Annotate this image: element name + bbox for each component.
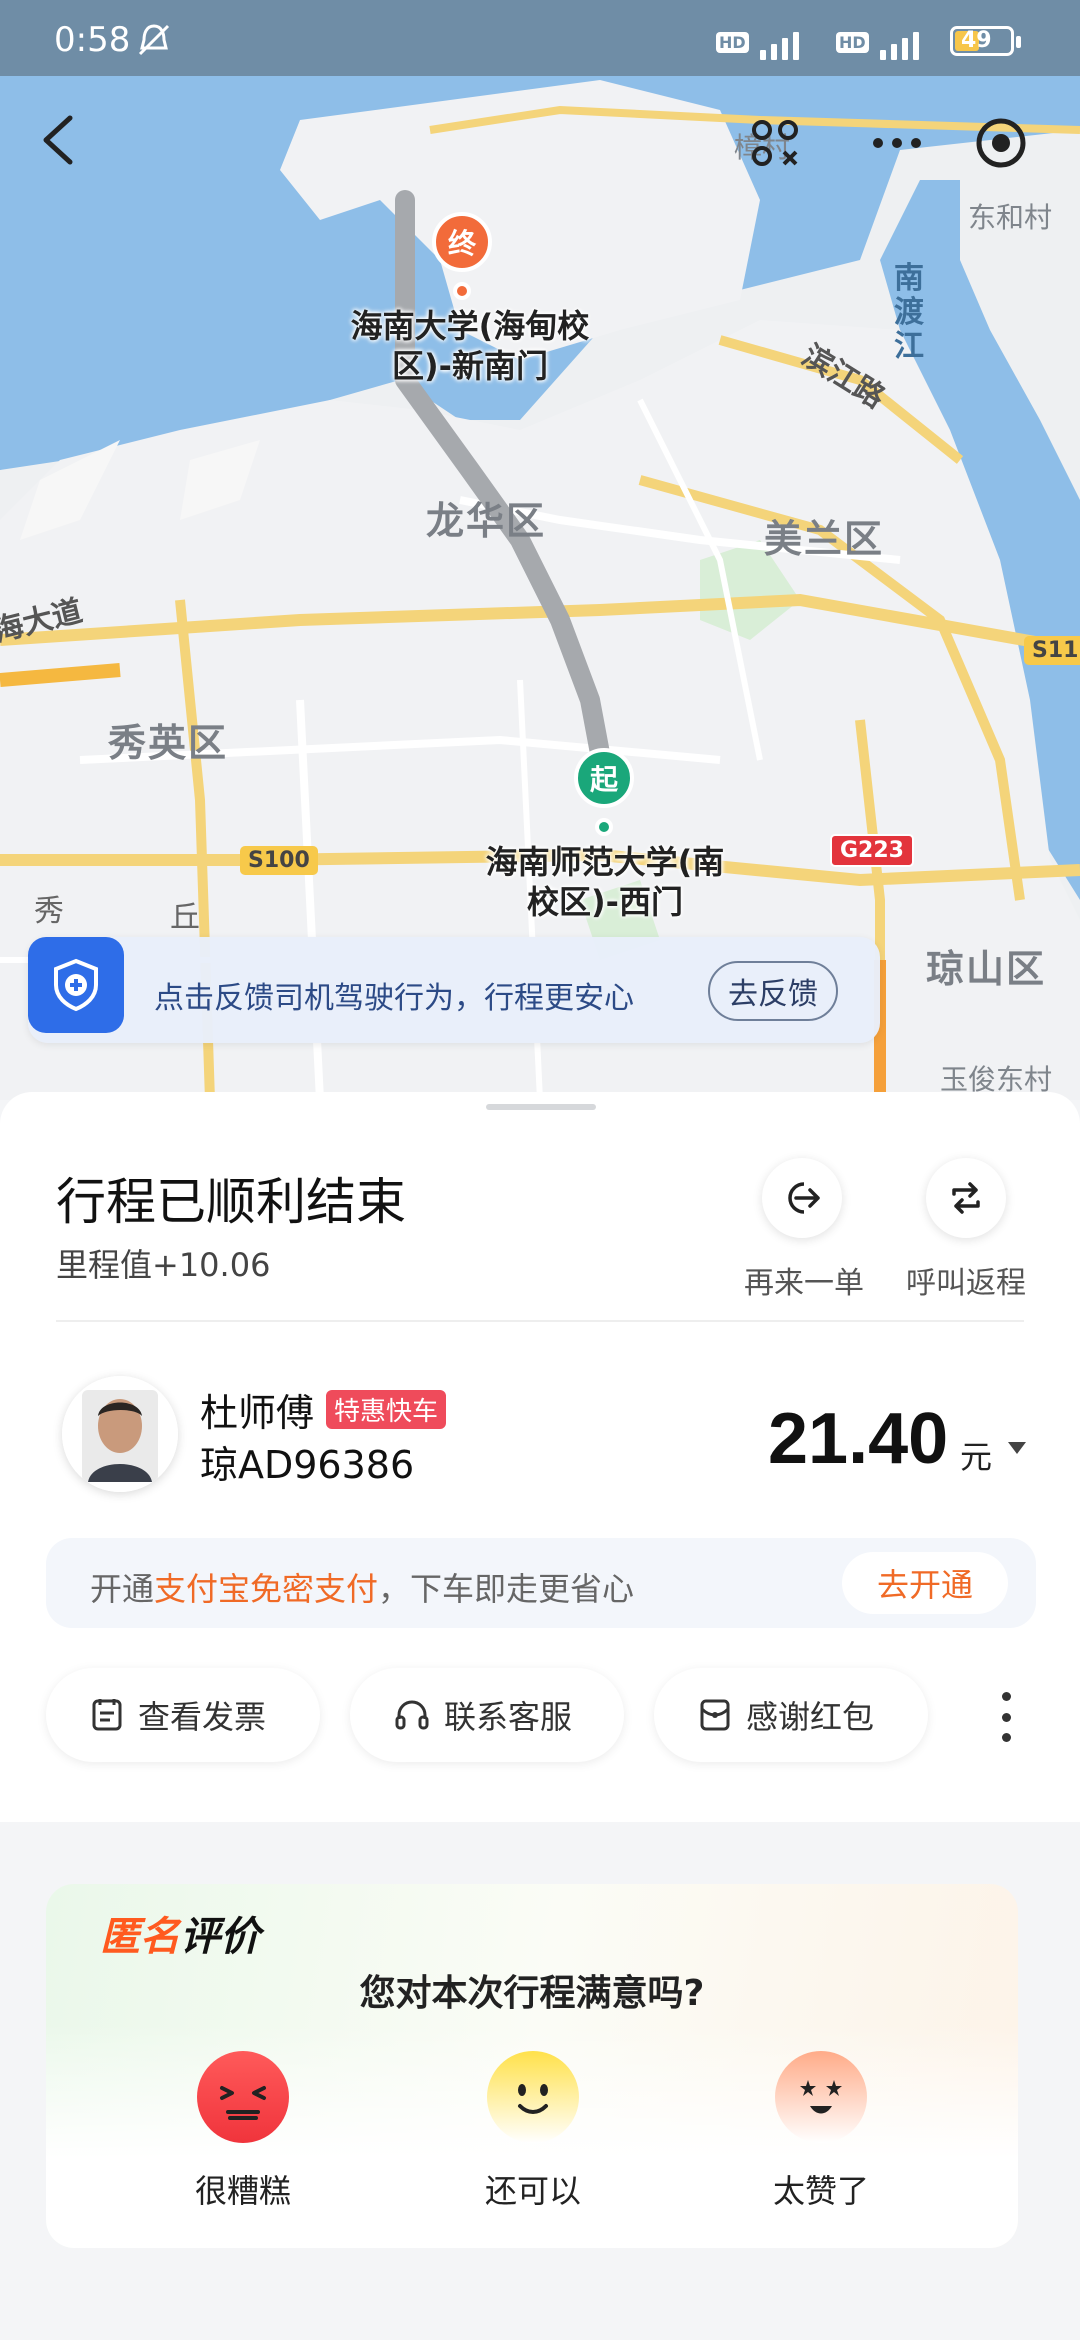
rating-section: 匿名评价 您对本次行程满意吗? 很糟糕 还可以 太赞了 [0, 1830, 1080, 2340]
sheet-handle[interactable] [486, 1104, 596, 1110]
feedback-button[interactable]: 去反馈 [708, 961, 838, 1021]
end-dot-icon [453, 282, 471, 300]
rating-question: 您对本次行程满意吗? [359, 1973, 705, 2014]
chevron-down-icon[interactable] [1008, 1442, 1026, 1454]
alipay-highlight: 支付宝免密支付 [154, 1570, 379, 1608]
anon-tag-a: 匿名 [100, 1914, 180, 1960]
origin-line: 校区)-西门 [527, 883, 683, 921]
back-icon[interactable] [30, 110, 90, 170]
locate-icon[interactable] [966, 108, 1036, 178]
return-trip-label[interactable]: 呼叫返程 [886, 1258, 1046, 1302]
bad-face-icon[interactable] [196, 2050, 290, 2144]
feedback-text: 点击反馈司机驾驶行为，行程更安心 [154, 981, 634, 1016]
view-invoice-button[interactable]: 查看发票 [46, 1668, 320, 1762]
side-label: 丘 [170, 900, 200, 935]
trip-status-title: 行程已顺利结束 [56, 1173, 406, 1231]
ok-label[interactable]: 还可以 [433, 2166, 633, 2212]
start-pin-icon: 起 [574, 748, 634, 808]
anonymous-rating-card: 匿名评价 您对本次行程满意吗? 很糟糕 还可以 太赞了 [46, 1884, 1018, 2248]
license-plate: 琼AD96386 [200, 1443, 415, 1487]
safety-shield-icon [28, 937, 124, 1033]
alipay-suffix: ，下车即走更省心 [378, 1570, 635, 1608]
road-shield: G223 [830, 834, 914, 867]
road-shield: S111 [1024, 636, 1080, 665]
headset-icon [395, 1700, 429, 1730]
origin-line: 海南师范大学(南 [485, 843, 725, 881]
contact-service-button[interactable]: 联系客服 [350, 1668, 624, 1762]
driver-feedback-banner[interactable]: 点击反馈司机驾驶行为，行程更安心 去反馈 [28, 937, 880, 1043]
end-pin-icon: 终 [432, 212, 492, 272]
great-face-icon[interactable] [774, 2050, 868, 2144]
alipay-prefix: 开通 [90, 1570, 155, 1608]
alipay-promo-text: 开通支付宝免密支付，下车即走更省心 [90, 1564, 634, 1610]
enable-alipay-button[interactable]: 去开通 [842, 1552, 1008, 1614]
road-shield: S100 [240, 846, 318, 875]
trip-summary-sheet: 行程已顺利结束 里程值+10.06 再来一单 呼叫返程 杜师傅 特惠快车 琼AD… [0, 1092, 1080, 1822]
mileage-points: 里程值+10.06 [56, 1246, 271, 1284]
river-label: 南渡江 [894, 261, 924, 364]
district-label: 琼山区 [926, 947, 1047, 991]
tip-label: 感谢红包 [746, 1698, 875, 1736]
invoice-icon [92, 1699, 122, 1731]
battery-level: 49 [961, 28, 992, 53]
fare-unit: 元 [960, 1438, 993, 1476]
fare-amount[interactable]: 21.40 [768, 1398, 948, 1480]
more-dots-icon[interactable] [862, 108, 932, 178]
red-packet-icon [700, 1699, 730, 1731]
return-trip-button[interactable] [926, 1158, 1006, 1238]
signal-icon: HD [716, 24, 799, 60]
bell-muted-icon [138, 24, 170, 56]
more-vertical-icon[interactable] [996, 1692, 1016, 1742]
signal-icon: HD [836, 24, 919, 60]
district-label: 秀英区 [108, 721, 229, 765]
service-label: 联系客服 [444, 1698, 573, 1736]
origin-label: 海南师范大学(南 校区)-西门 [450, 842, 760, 922]
divider [56, 1320, 1024, 1322]
alipay-promo-bar[interactable]: 开通支付宝免密支付，下车即走更省心 去开通 [46, 1538, 1036, 1628]
battery-icon: 49 [950, 26, 1021, 56]
district-label: 龙华区 [426, 499, 547, 543]
anon-tag-b: 评价 [180, 1914, 260, 1960]
reorder-label[interactable]: 再来一单 [724, 1258, 884, 1302]
destination-line: 海南大学(海甸校 [350, 307, 590, 345]
anonymous-rating-tag: 匿名评价 [100, 1904, 260, 1962]
thanks-red-packet-button[interactable]: 感谢红包 [654, 1668, 928, 1762]
destination-line: 区)-新南门 [392, 347, 548, 385]
service-type-badge: 特惠快车 [326, 1390, 447, 1429]
status-bar: 0:58 HD HD 49 [0, 0, 1080, 76]
great-label[interactable]: 太赞了 [721, 2166, 921, 2212]
reorder-button[interactable] [762, 1158, 842, 1238]
place-label: 东和村 [968, 201, 1053, 234]
status-time: 0:58 [54, 20, 131, 60]
ok-face-icon[interactable] [486, 2050, 580, 2144]
driver-avatar[interactable] [62, 1376, 178, 1492]
return-trip-icon [952, 1182, 980, 1214]
scan-icon[interactable] [740, 108, 810, 178]
invoice-label: 查看发票 [138, 1698, 267, 1736]
driver-name: 杜师傅 [200, 1391, 315, 1435]
bad-label[interactable]: 很糟糕 [143, 2166, 343, 2212]
destination-label: 海南大学(海甸校 区)-新南门 [320, 306, 620, 386]
district-label: 美兰区 [764, 517, 885, 561]
reorder-icon [788, 1182, 820, 1214]
side-label: 秀 [34, 894, 64, 929]
start-dot-icon [595, 818, 613, 836]
